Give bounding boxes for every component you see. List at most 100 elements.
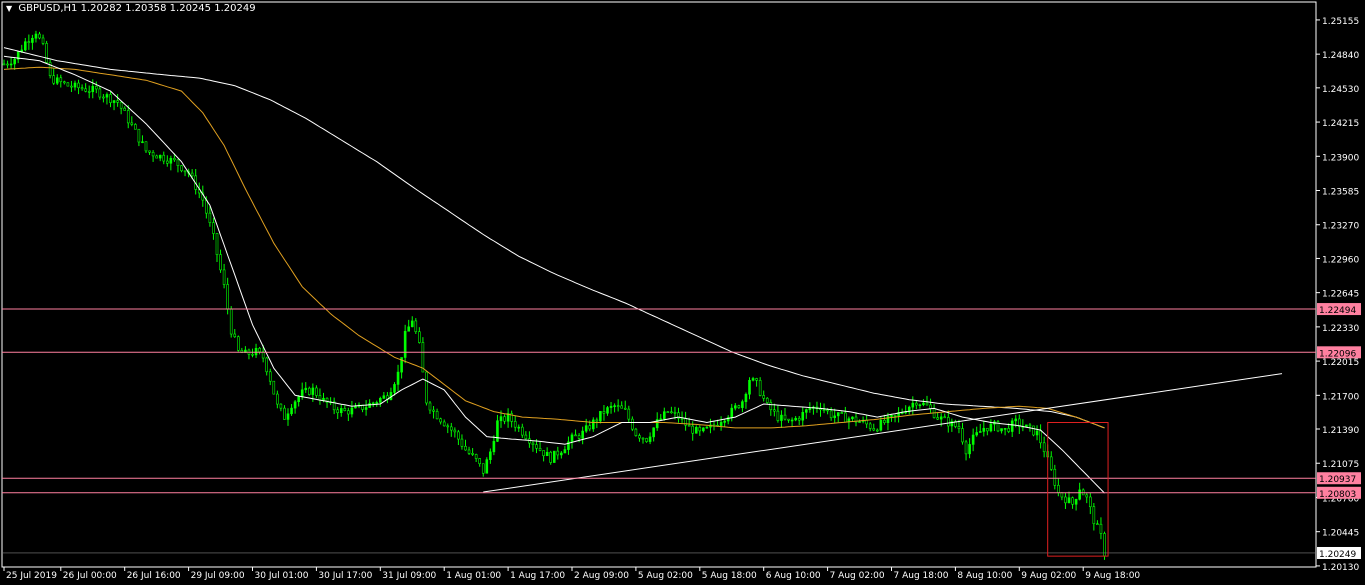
candle-body (102, 96, 105, 99)
candle-body (762, 395, 766, 399)
candle-body (616, 405, 620, 407)
candle-body (1060, 492, 1064, 498)
y-tick-label: 1.22960 (1322, 255, 1359, 265)
candle-body (1028, 424, 1032, 427)
candle-body (418, 331, 421, 343)
candle-body (279, 403, 283, 409)
candle-body (272, 380, 276, 395)
candle-body (670, 411, 673, 414)
candle-body (371, 402, 375, 405)
y-tick-label: 1.24530 (1322, 85, 1359, 95)
candle-body (911, 402, 915, 408)
candle-body (549, 451, 553, 463)
candle-body (446, 425, 450, 428)
x-tick-label: 7 Aug 18:00 (894, 571, 949, 581)
candle-body (38, 33, 41, 39)
candle-body (989, 423, 993, 432)
candle-body (268, 371, 272, 382)
candle-body (858, 421, 861, 423)
candle-body (80, 87, 84, 90)
candle-body (1085, 494, 1089, 498)
candle-body (283, 407, 286, 420)
candle-body (84, 88, 87, 92)
candle-body (286, 413, 290, 420)
candle-body (588, 425, 592, 430)
candle-body (623, 407, 627, 410)
y-tick-label: 1.22015 (1322, 358, 1359, 368)
candle-body (790, 419, 794, 422)
candle-body (581, 430, 584, 439)
candle-body (574, 434, 577, 437)
candle-body (183, 170, 187, 173)
candle-body (34, 33, 38, 39)
y-tick-label: 1.25155 (1322, 17, 1359, 27)
chart-canvas[interactable]: 1.25155 1.24840 1.24530 1.24215 1.23900 1.235… (0, 0, 1365, 585)
candle-body (769, 402, 773, 411)
candle-body (215, 233, 219, 255)
candle-body (474, 454, 478, 459)
candle-body (208, 212, 212, 223)
trendline (483, 373, 1283, 493)
candle-body (414, 320, 418, 333)
candle-body (563, 449, 567, 454)
candle-body (180, 165, 183, 172)
candle-body (442, 421, 446, 427)
candle-body (971, 434, 975, 445)
candle-body (794, 417, 797, 421)
candle-body (627, 408, 631, 420)
candle-body (531, 442, 535, 445)
candle-body (1049, 456, 1053, 470)
y-tick-label: 1.20445 (1322, 529, 1359, 539)
candle-body (87, 91, 91, 93)
candle-body (226, 284, 229, 310)
current-price-label: 1.20249 (1319, 550, 1356, 560)
candle-body (751, 378, 755, 381)
candle-body (851, 416, 854, 420)
candle-body (875, 429, 879, 432)
candle-body (780, 414, 783, 421)
candle-body (347, 410, 350, 415)
candle-body (833, 415, 837, 419)
candle-body (293, 401, 297, 409)
x-tick-label: 8 Aug 10:00 (957, 571, 1012, 581)
candle-body (957, 426, 961, 429)
candle-body (535, 444, 538, 449)
candle-body (311, 387, 315, 395)
candle-body (144, 141, 148, 152)
candle-body (591, 419, 595, 430)
candle-body (27, 41, 31, 43)
candle-body (403, 330, 407, 358)
x-tick-label: 25 Jul 2019 (6, 571, 57, 581)
candle-body (1053, 468, 1057, 486)
candle-body (879, 419, 883, 431)
level-label: 1.20803 (1319, 490, 1356, 500)
chart-window[interactable]: ▼ GBPUSD,H1 1.20282 1.20358 1.20245 1.20… (0, 0, 1365, 585)
candle-body (350, 407, 354, 415)
candle-body (1074, 498, 1078, 505)
candle-body (485, 459, 489, 474)
level-label: 1.22494 (1319, 306, 1356, 316)
candle-body (560, 452, 563, 456)
candle-body (393, 384, 396, 393)
candle-body (680, 418, 684, 420)
y-tick-label: 1.21075 (1322, 460, 1359, 470)
candle-body (652, 427, 655, 438)
candle-body (307, 387, 311, 395)
candle-body (542, 450, 545, 457)
candle-body (1014, 418, 1018, 422)
candle-body (631, 418, 634, 430)
candle-body (698, 427, 702, 432)
ma-medium-line (3, 66, 1105, 429)
y-tick-label: 1.23270 (1322, 222, 1359, 232)
y-tick-label: 1.21700 (1322, 392, 1359, 402)
y-tick-label: 1.21390 (1322, 426, 1359, 436)
y-tick-label: 1.24215 (1322, 119, 1359, 129)
candle-body (705, 426, 709, 429)
plot-frame (1, 1, 1317, 568)
candle-body (98, 88, 102, 98)
candle-body (801, 412, 805, 421)
candle-body (773, 409, 776, 412)
candle-body (304, 387, 308, 391)
candle-body (435, 411, 439, 420)
candle-body (936, 417, 939, 420)
